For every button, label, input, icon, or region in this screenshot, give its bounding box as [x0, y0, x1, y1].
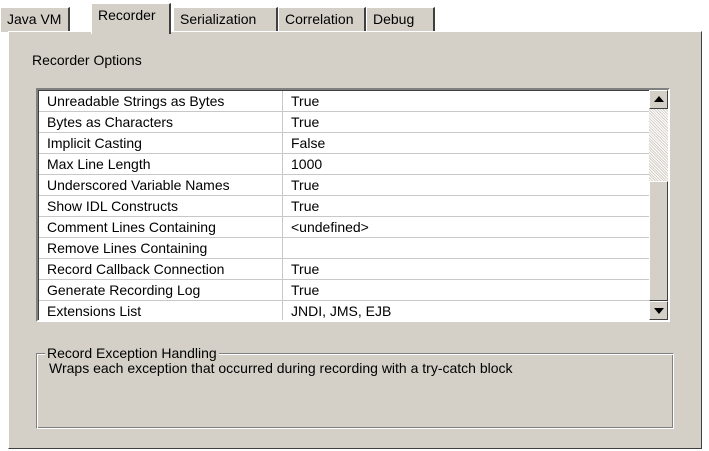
table-row[interactable]: Underscored Variable Names True: [39, 175, 650, 196]
tab-correlation[interactable]: Correlation: [278, 7, 366, 32]
tab-label: Recorder: [98, 7, 156, 23]
option-name: Unreadable Strings as Bytes: [47, 93, 225, 109]
option-value[interactable]: True: [291, 196, 319, 216]
option-name: Comment Lines Containing: [47, 219, 216, 235]
option-name: Record Callback Connection: [47, 261, 225, 277]
scroll-down-arrow-icon: [654, 308, 664, 314]
table-row[interactable]: Bytes as Characters True: [39, 112, 650, 133]
scroll-up-arrow-icon: [654, 96, 664, 102]
table-row[interactable]: Max Line Length 1000: [39, 154, 650, 175]
tab-strip: Java VM Recorder Serialization Correlati…: [0, 0, 709, 34]
tab-java-vm[interactable]: Java VM: [0, 7, 70, 32]
option-value[interactable]: True: [291, 175, 319, 195]
table-row[interactable]: Show IDL Constructs True: [39, 196, 650, 217]
table-row[interactable]: Comment Lines Containing <undefined>: [39, 217, 650, 238]
option-name: Show IDL Constructs: [47, 198, 178, 214]
option-name: Max Line Length: [47, 156, 151, 172]
tab-debug[interactable]: Debug: [366, 7, 435, 32]
option-value[interactable]: True: [291, 112, 319, 132]
option-name: Implicit Casting: [47, 135, 142, 151]
tab-label: Java VM: [7, 11, 62, 27]
scrollbar-thumb[interactable]: [649, 181, 668, 301]
option-value[interactable]: True: [291, 259, 319, 279]
table-row[interactable]: Record Callback Connection True: [39, 259, 650, 280]
table-row[interactable]: Remove Lines Containing: [39, 238, 650, 259]
tab-recorder[interactable]: Recorder: [91, 3, 171, 34]
option-value[interactable]: True: [291, 91, 319, 111]
option-value[interactable]: True: [291, 280, 319, 300]
option-name: Underscored Variable Names: [47, 177, 230, 193]
option-name: Remove Lines Containing: [47, 240, 208, 256]
option-name: Extensions List: [47, 303, 142, 319]
tab-serialization[interactable]: Serialization: [173, 7, 278, 32]
option-value[interactable]: 1000: [291, 154, 322, 174]
tab-label: Debug: [373, 11, 415, 27]
option-value[interactable]: JNDI, JMS, EJB: [291, 301, 391, 320]
recorder-options-label: Recorder Options: [32, 52, 142, 68]
description-text: Wraps each exception that occurred durin…: [49, 360, 513, 376]
table-row[interactable]: Implicit Casting False: [39, 133, 650, 154]
description-groupbox: Record Exception Handling Wraps each exc…: [36, 344, 674, 429]
scroll-down-button[interactable]: [649, 301, 668, 320]
option-value[interactable]: False: [291, 133, 325, 153]
table-row[interactable]: Extensions List JNDI, JMS, EJB: [39, 301, 650, 320]
grid-body: Unreadable Strings as Bytes True Bytes a…: [38, 90, 650, 320]
option-name: Generate Recording Log: [47, 282, 201, 298]
scrollbar-track[interactable]: [649, 109, 668, 181]
option-value[interactable]: <undefined>: [291, 217, 369, 237]
option-name: Bytes as Characters: [47, 114, 174, 130]
table-row[interactable]: Generate Recording Log True: [39, 280, 650, 301]
tab-label: Correlation: [285, 11, 354, 27]
scroll-up-button[interactable]: [649, 90, 668, 109]
recorder-options-grid[interactable]: Unreadable Strings as Bytes True Bytes a…: [36, 88, 670, 322]
vertical-scrollbar[interactable]: [649, 90, 668, 320]
tab-label: Serialization: [180, 11, 257, 27]
table-row[interactable]: Unreadable Strings as Bytes True: [39, 91, 650, 112]
